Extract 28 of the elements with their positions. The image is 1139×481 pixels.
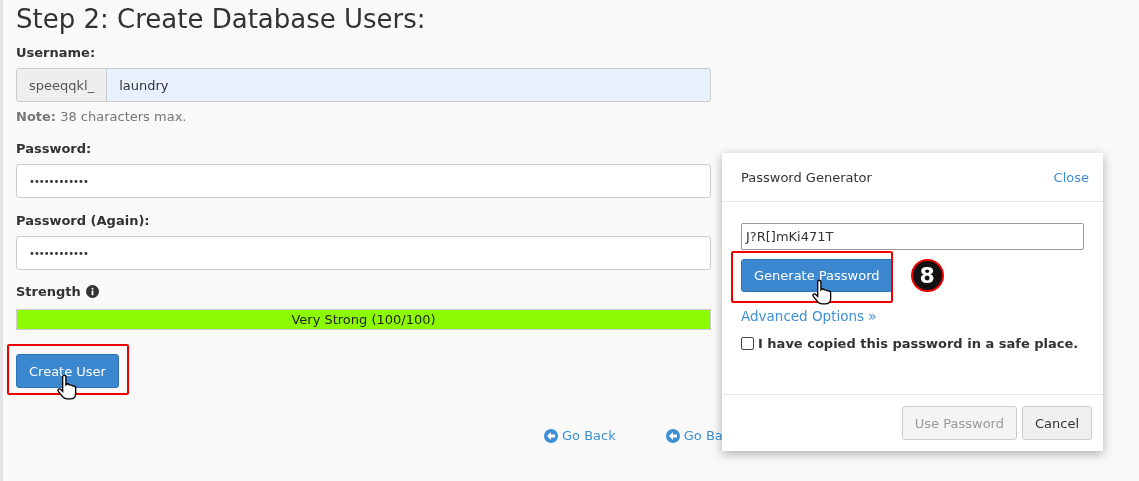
generated-password-field[interactable]: J?R[]mKi471T [741, 223, 1084, 250]
close-link[interactable]: Close [1053, 169, 1089, 185]
back-arrow-icon [665, 428, 680, 443]
password-field[interactable]: •••••••••••• [16, 236, 711, 270]
strength-reading: Very Strong (100/100) [290, 311, 437, 329]
info-icon[interactable] [85, 285, 99, 298]
back-arrow-icon [544, 428, 558, 443]
page-heading: Step 2: Create Database Users: [16, 3, 427, 36]
field-label: Password: [16, 140, 93, 158]
field-label: Password (Again): [16, 212, 151, 230]
cancel-button[interactable]: Cancel [1021, 406, 1092, 440]
generate-password-button[interactable]: Generate Password [741, 259, 893, 292]
checkbox[interactable] [741, 337, 754, 350]
username-prefix: speeqqkl_ [17, 69, 108, 101]
step-number-badge: 8 [910, 259, 944, 292]
hand-cursor-icon [811, 279, 833, 305]
checkbox-label: I have copied this password in a safe place. [758, 336, 1079, 351]
field-label: Username: [16, 44, 97, 62]
go-back-link[interactable]: Go Ba [665, 428, 723, 443]
advanced-options-link[interactable]: Advanced Options » [741, 308, 877, 324]
strength-label: Strength [16, 284, 81, 299]
password-field[interactable]: •••••••••••• [16, 164, 711, 198]
field-note: Note: 38 characters max. [16, 108, 188, 126]
create-user-button[interactable]: Create User [16, 354, 119, 388]
hand-cursor-icon [56, 374, 78, 400]
username-field[interactable]: speeqqkl_ laundry [16, 68, 711, 102]
popup-title: Password Generator [741, 169, 872, 185]
go-back-link[interactable]: Go Back [544, 428, 616, 443]
